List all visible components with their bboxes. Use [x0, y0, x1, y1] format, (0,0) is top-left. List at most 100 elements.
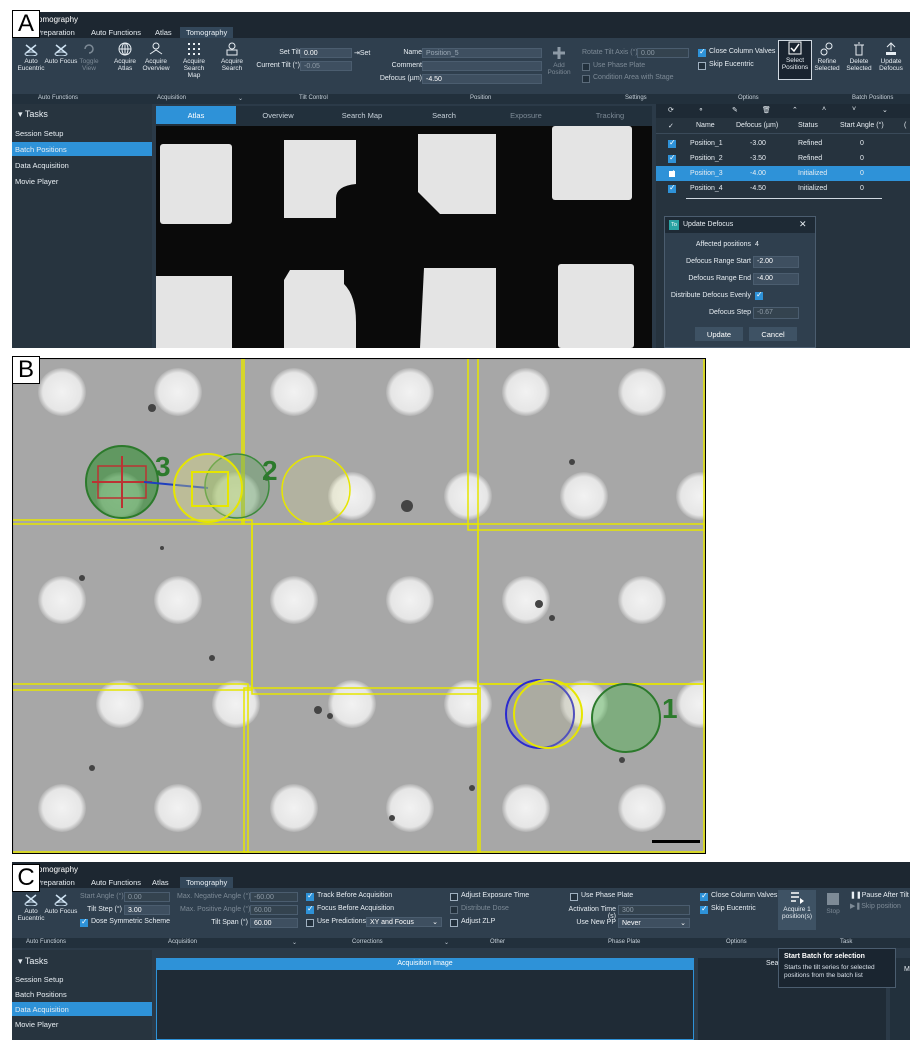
trash-icon[interactable]: 🗑 [762, 106, 771, 114]
tasks-header[interactable]: ▾ Tasks [18, 956, 48, 967]
auto-eucentric-button[interactable]: Auto Eucentric [14, 892, 48, 922]
search-map-image[interactable]: 3 2 1 [12, 358, 706, 854]
task-batch-positions[interactable]: Batch Positions [12, 142, 152, 156]
task-session-setup[interactable]: Session Setup [12, 126, 152, 140]
range-end-input[interactable]: -4.00 [753, 273, 799, 285]
header-status[interactable]: Status [798, 122, 818, 129]
tab-atlas[interactable]: Atlas [146, 877, 175, 888]
adjust-zlp-checkbox[interactable] [450, 919, 458, 927]
task-batch-positions[interactable]: Batch Positions [12, 987, 152, 1001]
use-phase-plate-checkbox[interactable] [570, 893, 578, 901]
acquire-atlas-button[interactable]: Acquire Atlas [108, 42, 142, 72]
task-movie-player[interactable]: Movie Player [12, 1017, 152, 1031]
distribute-evenly-checkbox[interactable] [755, 290, 763, 300]
move-up-icon[interactable]: ˄ [822, 106, 826, 113]
add-position-button[interactable]: Add Position [542, 46, 576, 76]
use-phase-plate-checkbox[interactable] [582, 63, 590, 71]
cancel-button[interactable]: Cancel [749, 327, 797, 341]
table-row[interactable]: Position_4 -4.50 Initialized 0 [656, 181, 910, 196]
move-down-icon[interactable]: ˅ [852, 106, 856, 113]
toggle-view-button[interactable]: Toggle View [72, 42, 106, 72]
close-icon[interactable]: ✕ [799, 219, 807, 230]
group-collapse-icon[interactable]: ⌄ [444, 939, 449, 946]
step-search-map[interactable]: Search Map [320, 106, 404, 124]
name-input[interactable]: Position_5 [422, 48, 542, 58]
group-collapse-icon[interactable]: ⌄ [238, 95, 243, 102]
skip-eucentric-checkbox[interactable] [700, 904, 708, 914]
focus-before-checkbox[interactable] [306, 904, 314, 914]
dose-symmetric-checkbox[interactable] [80, 917, 88, 927]
tab-atlas[interactable]: Atlas [149, 27, 178, 38]
delete-selected-button[interactable]: Delete Selected [842, 42, 876, 72]
stop-button[interactable]: Stop [816, 892, 850, 915]
tab-tomography[interactable]: Tomography [180, 877, 234, 888]
step-exposure[interactable]: Exposure [484, 106, 568, 124]
row-checkbox[interactable] [668, 183, 676, 193]
task-data-acquisition[interactable]: Data Acquisition [12, 158, 152, 172]
distribute-dose-checkbox[interactable] [450, 906, 458, 914]
skip-position-button[interactable]: ▶❚Skip position [850, 902, 901, 910]
acquire-overview-button[interactable]: Acquire Overview [139, 42, 173, 72]
tab-auto-functions[interactable]: Auto Functions [85, 27, 147, 38]
update-button[interactable]: Update [695, 327, 743, 341]
move-bottom-icon[interactable]: ⌄ [882, 106, 888, 114]
range-start-input[interactable]: -2.00 [753, 256, 799, 268]
tilt-step-input[interactable]: 3.00 [124, 905, 170, 915]
update-defocus-button[interactable]: Update Defocus [874, 42, 908, 72]
auto-eucentric-button[interactable]: Auto Eucentric [14, 42, 48, 72]
acquire-search-map-button[interactable]: Acquire Search Map [177, 42, 211, 79]
condition-area-checkbox[interactable] [582, 75, 590, 83]
step-atlas[interactable]: Atlas [156, 106, 236, 124]
step-search[interactable]: Search [404, 106, 484, 124]
use-new-pp-select[interactable]: Never ⌄ [618, 918, 690, 928]
select-positions-button[interactable]: Select Positions [778, 40, 812, 80]
close-column-valves-checkbox[interactable] [700, 891, 708, 901]
step-overview[interactable]: Overview [236, 106, 320, 124]
tab-auto-functions[interactable]: Auto Functions [85, 877, 147, 888]
set-tilt-input[interactable]: 0.00 [300, 48, 352, 58]
adjust-exposure-checkbox[interactable] [450, 893, 458, 901]
start-angle-input[interactable]: 0.00 [124, 892, 170, 902]
atlas-image[interactable] [156, 126, 652, 348]
max-positive-angle-input[interactable]: 60.00 [250, 905, 298, 915]
close-column-valves-checkbox[interactable] [698, 47, 706, 57]
acquire-positions-button[interactable]: Acquire 1 position(s) [778, 890, 816, 930]
header-check[interactable]: ✓ [668, 122, 674, 130]
max-negative-angle-input[interactable]: -60.00 [250, 892, 298, 902]
track-before-checkbox[interactable] [306, 891, 314, 901]
move-top-icon[interactable]: ⌃ [792, 106, 798, 114]
predictions-select[interactable]: XY and Focus ⌄ [366, 917, 442, 927]
task-data-acquisition[interactable]: Data Acquisition [12, 1002, 152, 1016]
table-divider [686, 198, 882, 199]
skip-eucentric-checkbox[interactable] [698, 62, 706, 70]
task-movie-player[interactable]: Movie Player [12, 174, 152, 188]
tilt-span-input[interactable]: 60.00 [250, 918, 298, 928]
row-checkbox[interactable] [668, 168, 676, 178]
task-session-setup[interactable]: Session Setup [12, 972, 152, 986]
table-row[interactable]: Position_2 -3.50 Refined 0 [656, 151, 910, 166]
use-predictions-checkbox[interactable] [306, 919, 314, 927]
row-checkbox[interactable] [668, 138, 676, 148]
comment-input[interactable] [422, 61, 542, 71]
rotate-tilt-input[interactable]: 0.00 [637, 48, 689, 58]
group-collapse-icon[interactable]: ⌄ [292, 939, 297, 946]
carbon-hole [270, 784, 318, 832]
pause-after-tilt-button[interactable]: ❚❚Pause After Tilt [850, 891, 909, 899]
header-extra[interactable]: ( [904, 122, 906, 129]
activation-time-input[interactable]: 300 [618, 905, 690, 915]
row-checkbox[interactable] [668, 153, 676, 163]
set-tilt-button[interactable]: ⇥Set [354, 49, 370, 57]
refine-icon[interactable]: ⚬ [698, 106, 704, 114]
edit-icon[interactable]: ✎ [732, 106, 738, 114]
table-row-selected[interactable]: Position_3 -4.00 Initialized 0 [656, 166, 910, 181]
header-start-angle[interactable]: Start Angle (°) [840, 122, 884, 129]
refine-selected-button[interactable]: Refine Selected [810, 42, 844, 72]
header-defocus[interactable]: Defocus (µm) [736, 122, 778, 129]
tab-tomography[interactable]: Tomography [180, 27, 234, 38]
step-tracking[interactable]: Tracking [568, 106, 652, 124]
refresh-icon[interactable]: ⟳ [668, 106, 674, 114]
defocus-input[interactable]: -4.50 [422, 74, 542, 84]
header-name[interactable]: Name [696, 122, 715, 129]
tasks-header[interactable]: ▾ Tasks [18, 109, 48, 120]
table-row[interactable]: Position_1 -3.00 Refined 0 [656, 136, 910, 151]
